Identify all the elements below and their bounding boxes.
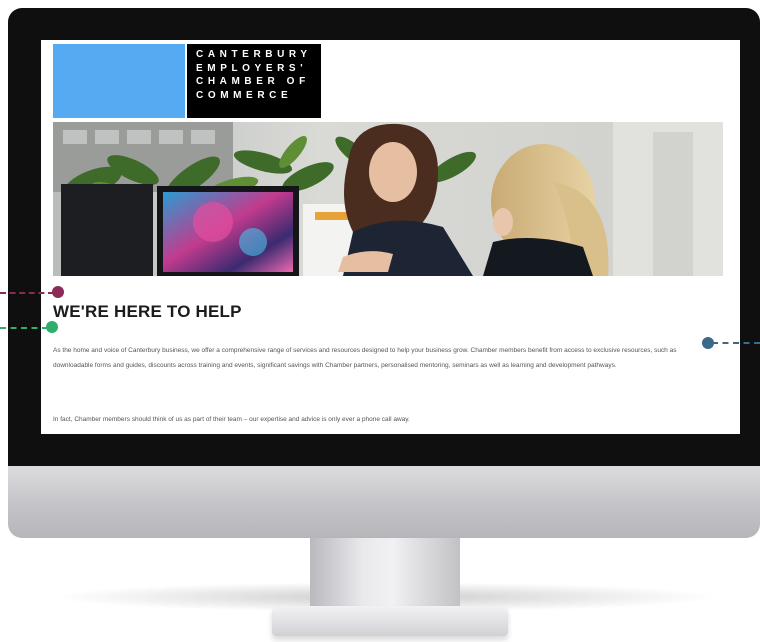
logo-line: EMPLOYERS': [196, 62, 308, 74]
logo-color-block: [53, 44, 185, 118]
monitor-chin: [8, 466, 760, 538]
brand-logo[interactable]: CANTERBURY EMPLOYERS' CHAMBER OF COMMERC…: [187, 44, 321, 118]
hero-office-photo: [53, 122, 723, 276]
logo-line: COMMERCE: [196, 89, 293, 101]
callout-line-green: [0, 327, 48, 329]
callout-dot-maroon: [52, 286, 64, 298]
callout-line-maroon: [0, 292, 54, 294]
monitor-stand-base: [272, 606, 508, 636]
website-screen: CANTERBURY EMPLOYERS' CHAMBER OF COMMERC…: [41, 40, 740, 434]
secondary-paragraph: In fact, Chamber members should think of…: [53, 416, 410, 423]
intro-paragraph: As the home and voice of Canterbury busi…: [53, 347, 677, 369]
callout-dot-green: [46, 321, 58, 333]
logo-line: CANTERBURY: [196, 49, 312, 60]
callout-line-slate: [712, 342, 760, 344]
monitor-stand-neck: [310, 538, 460, 610]
logo-line: CHAMBER OF: [196, 76, 310, 87]
desktop-monitor: CANTERBURY EMPLOYERS' CHAMBER OF COMMERC…: [0, 0, 760, 642]
office-photo-illustration: [53, 122, 723, 276]
page-heading: WE'RE HERE TO HELP: [53, 302, 242, 321]
